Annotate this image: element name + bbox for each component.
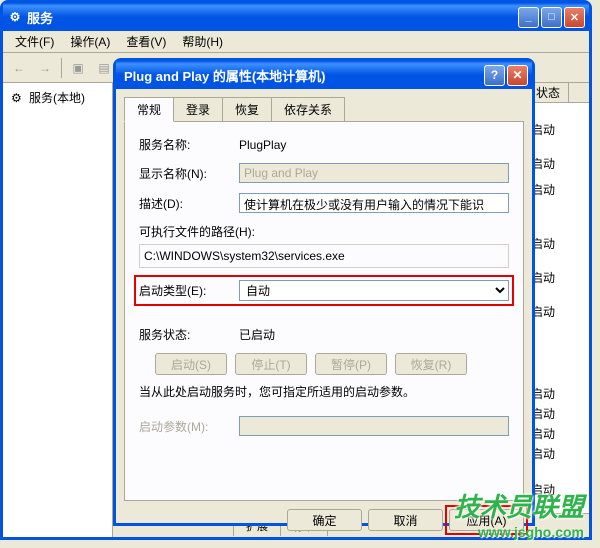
properties-dialog: Plug and Play 的属性(本地计算机) ? ✕ 常规 登录 恢复 依存… (113, 58, 535, 526)
back-button[interactable]: ← (7, 56, 31, 80)
stop-button: 停止(T) (235, 353, 307, 375)
highlight-apply: 应用(A) (445, 505, 528, 535)
menu-view[interactable]: 查看(V) (118, 31, 174, 52)
label-service-status: 服务状态: (139, 326, 239, 343)
highlight-startup-type: 启动类型(E): 自动 (134, 275, 514, 306)
tab-logon[interactable]: 登录 (173, 97, 223, 122)
value-executable-path: C:\WINDOWS\system32\services.exe (139, 244, 509, 268)
value-service-name: PlugPlay (239, 138, 509, 152)
label-startup-params: 启动参数(M): (139, 418, 239, 435)
pause-button: 暂停(P) (315, 353, 387, 375)
help-button[interactable]: ? (484, 65, 505, 86)
tab-recovery[interactable]: 恢复 (222, 97, 272, 122)
menu-help[interactable]: 帮助(H) (174, 31, 231, 52)
window-title: 服务 (27, 8, 518, 27)
input-startup-params (239, 416, 509, 436)
label-display-name: 显示名称(N): (139, 165, 239, 182)
dialog-close-button[interactable]: ✕ (507, 65, 528, 86)
label-service-name: 服务名称: (139, 136, 239, 153)
help-text: 当从此处启动服务时，您可指定所适用的启动参数。 (139, 383, 509, 400)
input-display-name[interactable] (239, 163, 509, 183)
label-startup-type: 启动类型(E): (139, 282, 239, 299)
label-description: 描述(D): (139, 195, 239, 212)
toolbar-icon[interactable]: ▣ (66, 56, 90, 80)
menu-action[interactable]: 操作(A) (62, 31, 118, 52)
maximize-button[interactable]: □ (541, 7, 562, 28)
dialog-tabs: 常规 登录 恢复 依存关系 (124, 97, 524, 122)
resume-button: 恢复(R) (395, 353, 467, 375)
tree-pane: ⚙ 服务(本地) (3, 83, 113, 537)
app-icon: ⚙ (7, 9, 23, 25)
dialog-titlebar[interactable]: Plug and Play 的属性(本地计算机) ? ✕ (116, 61, 532, 89)
tab-content: 服务名称: PlugPlay 显示名称(N): 描述(D): 使计算机在极少或没… (124, 121, 524, 501)
cancel-button[interactable]: 取消 (368, 509, 443, 531)
label-executable-path: 可执行文件的路径(H): (139, 223, 509, 240)
ok-button[interactable]: 确定 (287, 509, 362, 531)
dialog-footer: 确定 取消 应用(A) (116, 509, 532, 539)
tree-root-label: 服务(本地) (29, 89, 85, 106)
main-titlebar[interactable]: ⚙ 服务 _ □ ✕ (3, 3, 589, 31)
apply-button[interactable]: 应用(A) (449, 509, 524, 531)
start-button: 启动(S) (155, 353, 227, 375)
menu-file[interactable]: 文件(F) (7, 31, 62, 52)
tab-dependencies[interactable]: 依存关系 (271, 97, 345, 122)
textarea-description[interactable]: 使计算机在极少或没有用户输入的情况下能识 (239, 193, 509, 213)
value-service-status: 已启动 (239, 326, 509, 343)
dialog-title: Plug and Play 的属性(本地计算机) (120, 66, 484, 85)
forward-button[interactable]: → (33, 56, 57, 80)
close-button[interactable]: ✕ (564, 7, 585, 28)
menubar: 文件(F) 操作(A) 查看(V) 帮助(H) (3, 31, 589, 53)
services-icon: ⚙ (11, 91, 25, 105)
select-startup-type[interactable]: 自动 (239, 280, 509, 301)
tree-root[interactable]: ⚙ 服务(本地) (7, 87, 108, 108)
minimize-button[interactable]: _ (518, 7, 539, 28)
tab-general[interactable]: 常规 (124, 97, 174, 122)
